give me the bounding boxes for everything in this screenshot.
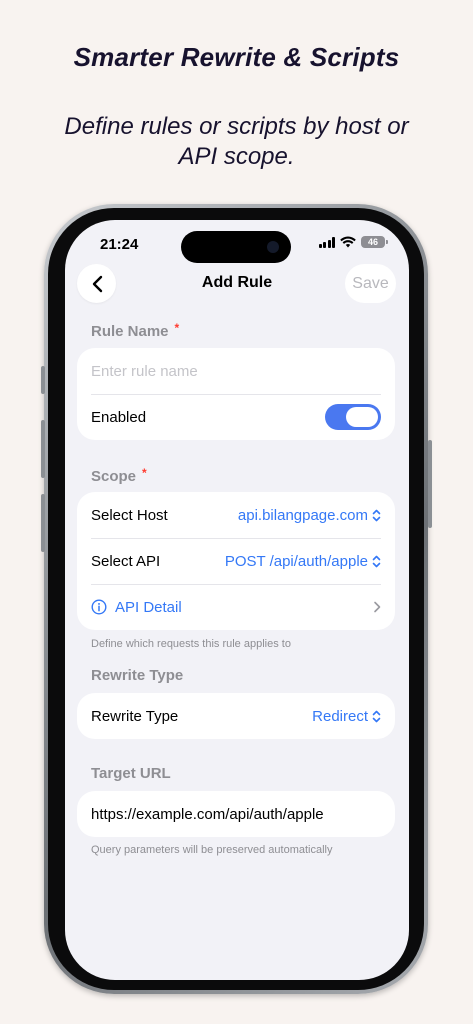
power-button: [428, 440, 432, 528]
rewrite-type-row[interactable]: Rewrite Type Redirect: [77, 693, 395, 739]
target-url-row[interactable]: https://example.com/api/auth/apple: [77, 791, 395, 837]
chevron-up-down-icon: [372, 555, 381, 567]
volume-down-button: [41, 494, 45, 552]
scope-section-label: Scope *: [91, 466, 147, 485]
volume-up-button: [41, 420, 45, 478]
rewrite-type-label: Rewrite Type: [91, 707, 179, 725]
camera-icon: [267, 241, 279, 253]
status-time: 21:24: [100, 236, 139, 253]
promo-headline: Smarter Rewrite & Scripts: [73, 42, 400, 72]
select-host-value[interactable]: api.bilangpage.com: [238, 507, 381, 524]
info-icon: [91, 599, 107, 615]
target-url-card: https://example.com/api/auth/apple: [77, 791, 395, 837]
rule-name-row[interactable]: Enter rule name: [77, 348, 395, 394]
rule-name-label: Rule Name: [91, 323, 169, 340]
chevron-up-down-icon: [372, 710, 381, 722]
api-detail-row[interactable]: API Detail: [77, 584, 395, 630]
rewrite-type-card: Rewrite Type Redirect: [77, 693, 395, 739]
enabled-row: Enabled: [77, 394, 395, 440]
scope-card: Select Host api.bilangpage.com Select AP…: [77, 492, 395, 630]
select-host-row[interactable]: Select Host api.bilangpage.com: [77, 492, 395, 538]
required-marker: *: [174, 321, 180, 335]
api-value-text: POST /api/auth/apple: [224, 552, 368, 570]
rule-name-card: Enter rule name Enabled: [77, 348, 395, 440]
promo-subline: Define rules or scripts by host or API s…: [64, 113, 409, 170]
app-screen: 21:24 46 Add Rule Save Rule Name * Enter …: [65, 220, 409, 980]
chevron-up-down-icon: [372, 509, 381, 521]
dynamic-island: [181, 231, 291, 263]
rewrite-type-value: Redirect: [312, 707, 368, 725]
select-api-value[interactable]: POST /api/auth/apple: [225, 553, 381, 570]
action-button: [41, 366, 45, 394]
battery-icon: 46: [361, 236, 388, 248]
target-url-hint: Query parameters will be preserved autom…: [91, 844, 333, 856]
select-api-row[interactable]: Select API POST /api/auth/apple: [77, 538, 395, 584]
host-value-text: api.bilangpage.com: [237, 506, 368, 524]
chevron-right-icon: [374, 601, 381, 613]
rewrite-type-picker[interactable]: Redirect: [312, 708, 381, 725]
wifi-icon: [340, 236, 356, 248]
status-icons: 46: [318, 236, 388, 248]
select-api-label: Select API: [91, 552, 161, 570]
required-marker: *: [142, 466, 147, 480]
target-url-section-label: Target URL: [91, 765, 171, 782]
target-url-input[interactable]: https://example.com/api/auth/apple: [91, 806, 324, 823]
scope-label: Scope: [91, 468, 137, 485]
scope-hint: Define which requests this rule applies …: [91, 638, 291, 650]
toggle-knob: [346, 407, 378, 427]
save-button[interactable]: Save: [345, 264, 396, 303]
rule-name-input[interactable]: Enter rule name: [91, 363, 198, 380]
rule-name-section-label: Rule Name *: [91, 321, 179, 340]
api-detail-label: API Detail: [115, 598, 182, 616]
rewrite-type-section-label: Rewrite Type: [91, 667, 184, 684]
enabled-toggle[interactable]: [325, 404, 381, 430]
enabled-label: Enabled: [91, 408, 147, 426]
cellular-signal-icon: [318, 236, 335, 248]
select-host-label: Select Host: [91, 506, 168, 524]
